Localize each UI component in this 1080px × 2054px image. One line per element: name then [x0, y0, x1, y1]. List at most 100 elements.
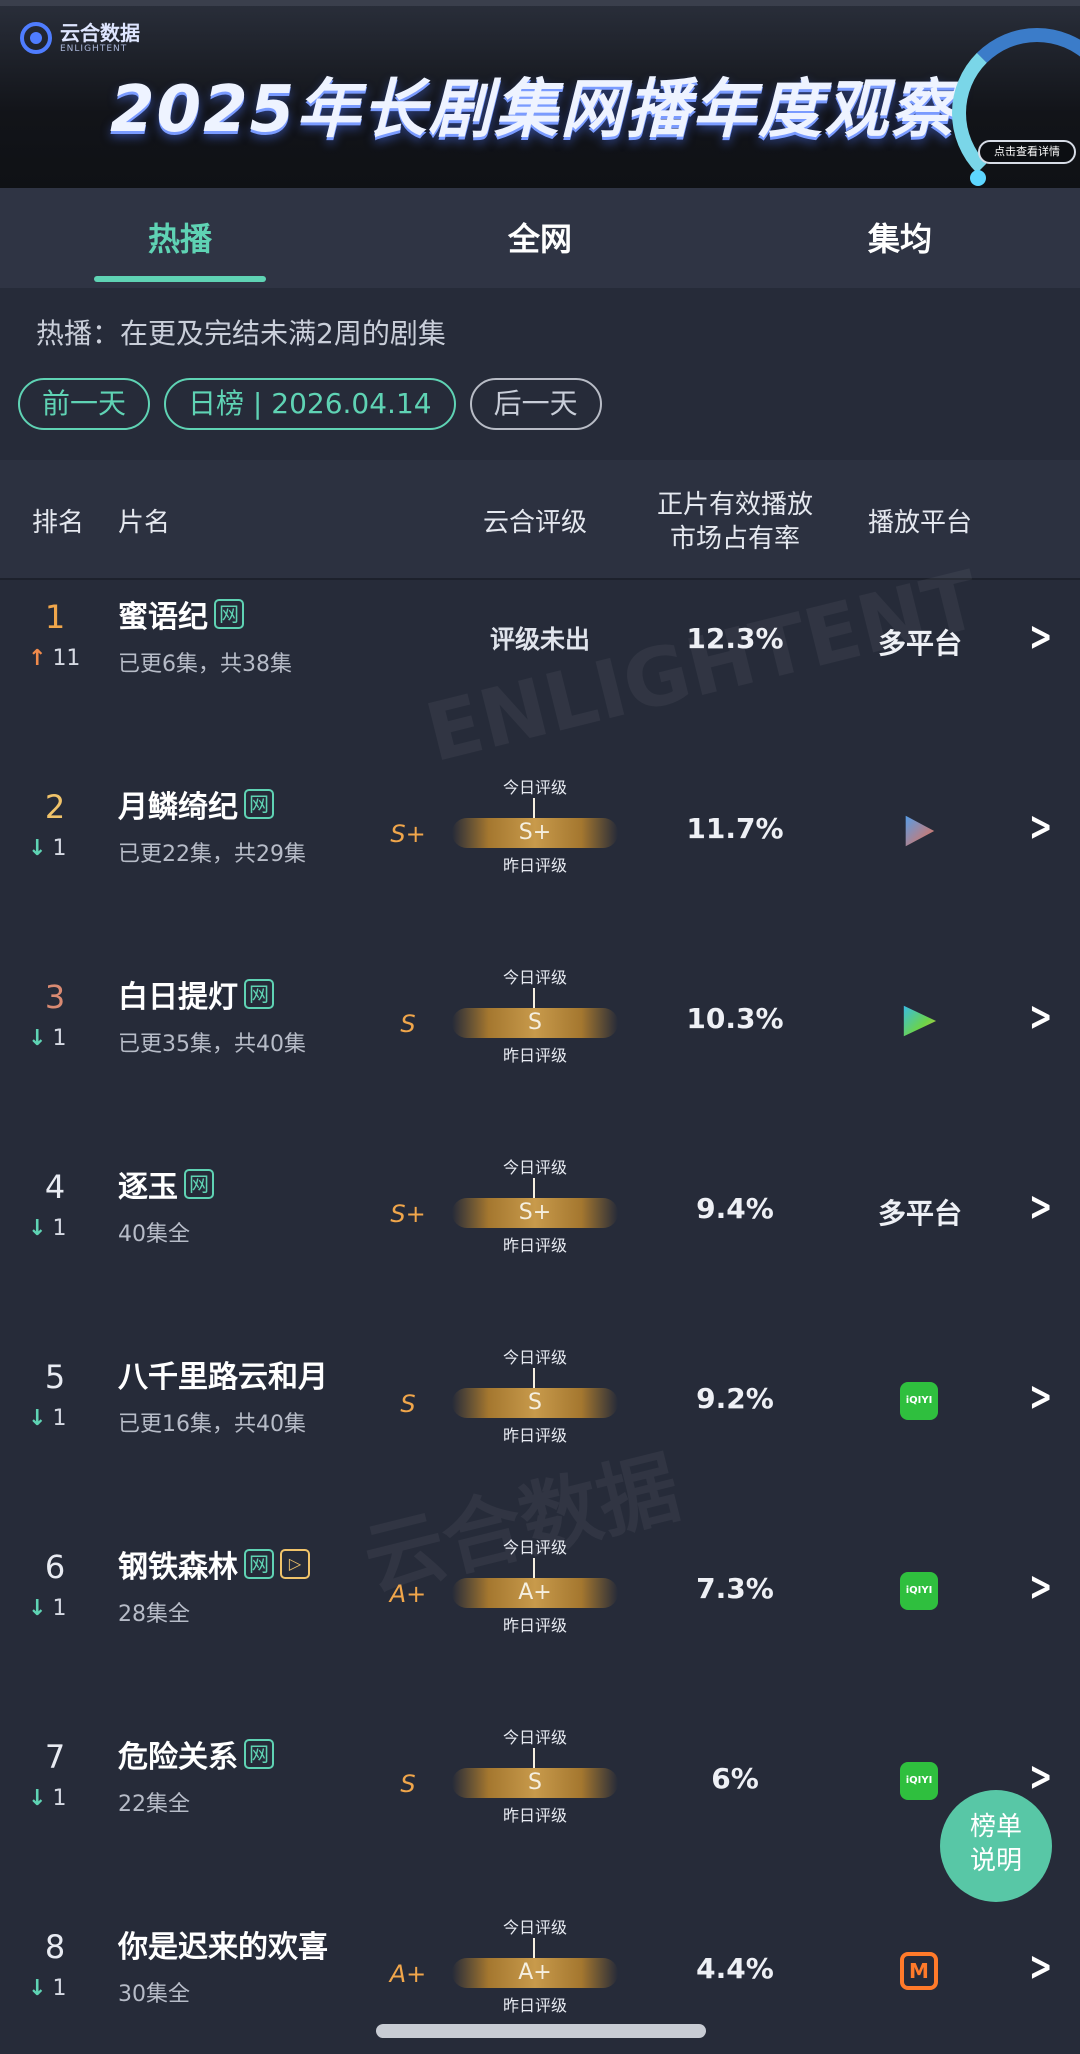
home-indicator[interactable]: [376, 2024, 706, 2038]
top-banner[interactable]: 云合数据 ENLIGHTENT 2025年长剧集网播年度观察 点击查看详情: [0, 0, 1080, 188]
row-chevron-right-icon[interactable]: >: [1029, 1754, 1052, 1800]
market-share: 10.3%: [686, 1002, 784, 1035]
table-row[interactable]: 2 ↓ 1 月鳞绮纪网已更22集，共29集 S+ 今日评级 S+ 昨日评级 11.7% >: [0, 770, 1080, 960]
youku-icon: [905, 815, 935, 847]
row-chevron-right-icon[interactable]: >: [1029, 1184, 1052, 1230]
table-row[interactable]: 1 ↑ 11 蜜语纪网已更6集，共38集 评级未出 12.3% 多平台 >: [0, 580, 1080, 770]
show-title: 八千里路云和月: [118, 1352, 328, 1396]
rating-bar-label: S+: [518, 1200, 552, 1225]
arrow-down-icon: ↓: [28, 1786, 47, 1811]
next-day-button[interactable]: 后一天: [469, 378, 602, 430]
header-platform: 播放平台: [867, 508, 972, 538]
rank-number: 1: [44, 598, 66, 636]
ranking-note: 热播：在更及完结未满2周的剧集: [36, 317, 446, 350]
yesterday-rating-label: 昨日评级: [502, 1616, 567, 1635]
row-chevron-right-icon[interactable]: >: [1029, 614, 1052, 660]
rank-number: 3: [44, 978, 66, 1016]
row-chevron-right-icon[interactable]: >: [1029, 1944, 1052, 1990]
table-row[interactable]: 6 ↓ 1 钢铁森林网 ▷ 28集全 A+ 今日评级 A+ 昨日评级 7.3% iQIYI >: [0, 1530, 1080, 1720]
logo-cn-text: 云合数据: [60, 20, 140, 45]
ranking-explanation-button[interactable]: 榜单 说明: [940, 1790, 1052, 1902]
today-rating-label: 今日评级: [502, 1538, 567, 1557]
banner-title: 2025年长剧集网播年度观察: [110, 73, 957, 147]
market-share: 9.2%: [696, 1382, 774, 1415]
episode-count: 已更16集，共40集: [118, 1412, 306, 1437]
show-title-text: 钢铁森林: [118, 1550, 238, 1585]
episode-count: 40集全: [118, 1222, 190, 1247]
table-header: 排名 片名 云合评级 正片有效播放 市场占有率 播放平台: [0, 460, 1080, 580]
rating-pending: 评级未出: [489, 625, 590, 654]
net-drama-tag: 网: [244, 1739, 274, 1769]
header-share-line1: 正片有效播放: [656, 490, 813, 520]
table-row[interactable]: 7 ↓ 1 危险关系网 22集全 S 今日评级 S 昨日评级 6% iQIYI >: [0, 1720, 1080, 1910]
table-row[interactable]: 4 ↓ 1 逐玉网 40集全 S+ 今日评级 S+ 昨日评级 9.4% 多平台 >: [0, 1150, 1080, 1340]
exclusive-play-icon: ▷: [280, 1549, 310, 1579]
banner-ring-dot: [970, 170, 986, 186]
date-selector[interactable]: 日榜 | 2026.04.14: [164, 378, 456, 430]
market-share: 4.4%: [696, 1952, 774, 1985]
date-nav: 前一天 日榜 | 2026.04.14 后一天: [18, 378, 602, 430]
rank-change-value: 1: [52, 1406, 67, 1431]
rank-change: ↓ 1: [28, 836, 98, 861]
tab-per-episode[interactable]: 集均: [720, 188, 1080, 288]
rank-change: ↓ 1: [28, 1596, 98, 1621]
rank-change: ↓ 1: [28, 1786, 98, 1811]
rank-change: ↑ 11: [28, 646, 98, 671]
row-chevron-right-icon[interactable]: >: [1029, 1564, 1052, 1610]
ranking-tabs: 热播 全网 集均: [0, 188, 1080, 288]
row-chevron-right-icon[interactable]: >: [1029, 804, 1052, 850]
market-share: 7.3%: [696, 1572, 774, 1605]
table-row[interactable]: 5 ↓ 1 八千里路云和月 已更16集，共40集 S 今日评级 S 昨日评级 9.2% iQIYI >: [0, 1340, 1080, 1530]
rank-change: ↓ 1: [28, 1216, 98, 1241]
net-drama-tag: 网: [244, 979, 274, 1009]
view-details-button[interactable]: 点击查看详情: [978, 140, 1076, 164]
show-title-text: 你是迟来的欢喜: [118, 1930, 328, 1965]
row-chevron-right-icon[interactable]: >: [1029, 994, 1052, 1040]
tab-all-network[interactable]: 全网: [360, 188, 720, 288]
logo-mark-icon: [20, 22, 52, 54]
show-title: 逐玉网: [118, 1162, 214, 1206]
table-row[interactable]: 3 ↓ 1 白日提灯网已更35集，共40集 S 今日评级 S 昨日评级 10.3% >: [0, 960, 1080, 1150]
yunhe-logo: 云合数据 ENLIGHTENT: [20, 22, 140, 54]
episode-count: 已更35集，共40集: [118, 1032, 306, 1057]
rank-number: 8: [44, 1928, 66, 1966]
rank-number: 7: [44, 1738, 66, 1776]
rank-change-value: 1: [52, 1786, 67, 1811]
net-drama-tag: 网: [244, 789, 274, 819]
rating-bar-label: S: [528, 1010, 542, 1035]
rank-change-value: 1: [52, 836, 67, 861]
rank-number: 6: [44, 1548, 66, 1586]
iqiyi-icon: iQIYI: [900, 1382, 938, 1420]
mango-tv-icon: M: [900, 1952, 938, 1990]
show-title-text: 蜜语纪: [118, 600, 208, 635]
episode-count: 30集全: [118, 1982, 190, 2007]
header-title: 片名: [118, 508, 171, 538]
arrow-down-icon: ↓: [28, 1026, 47, 1051]
row-chevron-right-icon[interactable]: >: [1029, 1374, 1052, 1420]
yesterday-rating-label: 昨日评级: [502, 1046, 567, 1065]
market-share: 12.3%: [686, 622, 784, 655]
net-drama-tag: 网: [214, 599, 244, 629]
rank-change: ↓ 1: [28, 1026, 98, 1051]
show-title: 钢铁森林网 ▷: [118, 1542, 310, 1586]
grade-label: S: [400, 1390, 416, 1418]
rating-bar-label: S: [528, 1390, 542, 1415]
rank-change-value: 1: [52, 1216, 67, 1241]
prev-day-button[interactable]: 前一天: [18, 378, 151, 430]
episode-count: 22集全: [118, 1792, 190, 1817]
market-share: 11.7%: [686, 812, 784, 845]
show-title: 危险关系网: [118, 1732, 274, 1776]
yesterday-rating-label: 昨日评级: [502, 1996, 567, 2015]
rank-number: 4: [44, 1168, 66, 1206]
rank-number: 2: [44, 788, 66, 826]
grade-label: S+: [390, 820, 426, 848]
banner-ring-decoration: [952, 28, 1080, 188]
show-title: 你是迟来的欢喜: [118, 1922, 328, 1966]
grade-label: S+: [390, 1200, 426, 1228]
tab-hot[interactable]: 热播: [0, 188, 360, 288]
today-rating-label: 今日评级: [502, 778, 567, 797]
header-rank: 排名: [31, 508, 84, 538]
rating-bar-label: A+: [518, 1960, 552, 1985]
yesterday-rating-label: 昨日评级: [502, 1236, 567, 1255]
grade-label: S: [400, 1010, 416, 1038]
